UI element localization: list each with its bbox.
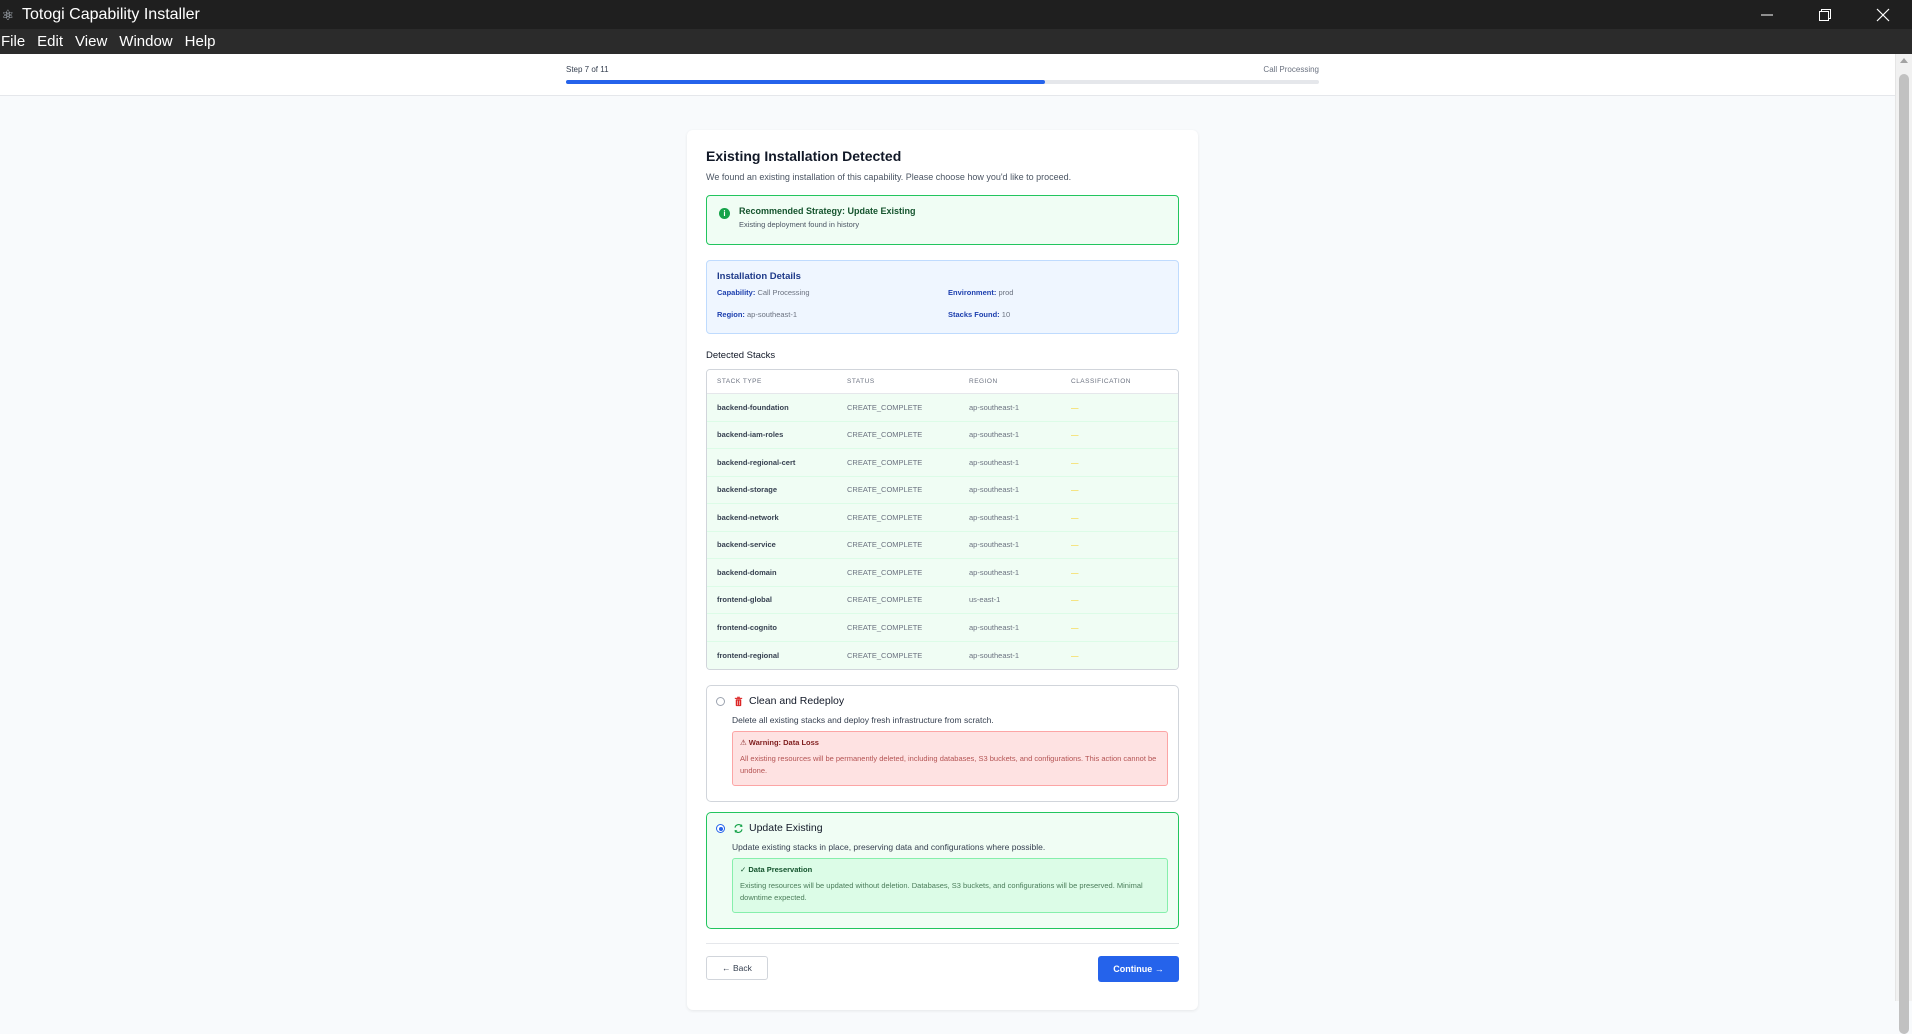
progress-track [566, 80, 1319, 84]
table-row: frontend-cognito CREATE_COMPLETE ap-southe… [707, 614, 1178, 642]
close-button[interactable] [1854, 0, 1912, 29]
clean-redeploy-title: Clean and Redeploy [749, 695, 845, 707]
header-region: REGION [969, 378, 998, 385]
scroll-up-arrow-icon[interactable] [1900, 58, 1908, 63]
clean-redeploy-radio[interactable] [716, 697, 725, 706]
table-row: backend-regional-cert CREATE_COMPLETE ap-s… [707, 449, 1178, 477]
preservation-title: ✓ Data Preservation [740, 865, 813, 874]
stacks-table: STACK TYPE STATUS REGION CLASSIFICATION … [706, 369, 1179, 670]
clean-redeploy-description: Delete all existing stacks and deploy fr… [732, 715, 994, 725]
header-status: STATUS [847, 378, 875, 385]
warning-text: All existing resources will be permanent… [740, 754, 1157, 775]
data-loss-warning: ⚠ Warning: Data Loss All existing resour… [732, 731, 1168, 786]
table-row: backend-network CREATE_COMPLETE ap-southea… [707, 504, 1178, 532]
detail-capability: Capability: Call Processing [717, 288, 810, 297]
update-existing-title: Update Existing [749, 822, 823, 834]
window-title: Totogi Capability Installer [22, 5, 200, 23]
progress-wrap: Step 7 of 11 Call Processing [566, 65, 1319, 84]
menu-view[interactable]: View [75, 33, 119, 50]
progress-labels: Step 7 of 11 Call Processing [566, 65, 1319, 74]
scrollbar[interactable] [1895, 54, 1912, 1034]
minimize-icon [1761, 14, 1773, 15]
restore-button[interactable] [1796, 0, 1854, 29]
page-title: Existing Installation Detected [706, 148, 902, 164]
menu-help[interactable]: Help [185, 33, 228, 50]
detail-environment: Environment: prod [948, 288, 1014, 297]
page-subtitle: We found an existing installation of thi… [706, 172, 1072, 182]
minimize-button[interactable] [1738, 0, 1796, 29]
progress-fill [566, 80, 1045, 84]
menu-file[interactable]: File [0, 33, 37, 50]
back-button[interactable]: ← Back [706, 956, 768, 980]
continue-button[interactable]: Continue → [1098, 956, 1179, 982]
header-classification: CLASSIFICATION [1071, 378, 1131, 385]
detected-stacks-title: Detected Stacks [706, 350, 776, 361]
footer-divider [706, 943, 1179, 944]
app-icon: ⚛ [1, 6, 15, 23]
title-bar: ⚛ Totogi Capability Installer [0, 0, 1912, 29]
scroll-thumb[interactable] [1899, 74, 1909, 1034]
menu-bar: File Edit View Window Help [0, 29, 1912, 54]
menu-window[interactable]: Window [119, 33, 184, 50]
recommendation-box: i Recommended Strategy: Update Existing … [706, 195, 1179, 245]
clean-redeploy-header: Clean and Redeploy [732, 695, 1168, 707]
menu-edit[interactable]: Edit [37, 33, 75, 50]
update-existing-header: Update Existing [732, 822, 1168, 834]
detail-region: Region: ap-southeast-1 [717, 310, 798, 319]
installation-card: Existing Installation Detected We found … [687, 130, 1198, 1010]
header-stack-type: STACK TYPE [717, 378, 762, 385]
table-row: backend-foundation CREATE_COMPLETE ap-sout… [707, 394, 1178, 422]
update-existing-radio[interactable] [716, 824, 725, 833]
table-row: backend-service CREATE_COMPLETE ap-southea… [707, 531, 1178, 559]
option-update-existing[interactable]: Update Existing Update existing stacks i… [706, 812, 1179, 929]
trash-icon [732, 695, 744, 707]
window-controls [1738, 0, 1912, 29]
details-grid: Capability: Call Processing Environment:… [717, 288, 1168, 319]
info-icon: i [719, 208, 730, 219]
progress-header: Step 7 of 11 Call Processing [0, 54, 1895, 96]
recommendation-subtitle: Existing deployment found in history [739, 220, 860, 229]
section-label: Call Processing [1263, 65, 1319, 74]
footer-actions: ← Back Continue → [706, 956, 1179, 982]
restore-icon [1819, 8, 1831, 21]
warning-title: ⚠ Warning: Data Loss [740, 738, 819, 747]
preservation-text: Existing resources will be updated witho… [740, 881, 1143, 902]
table-row: frontend-regional CREATE_COMPLETE ap-south… [707, 641, 1178, 669]
data-preservation-note: ✓ Data Preservation Existing resources w… [732, 858, 1168, 913]
table-row: backend-storage CREATE_COMPLETE ap-southea… [707, 476, 1178, 504]
detail-stacks-found: Stacks Found: 10 [948, 310, 1011, 319]
refresh-icon [732, 822, 744, 834]
option-clean-redeploy[interactable]: Clean and Redeploy Delete all existing s… [706, 685, 1179, 802]
table-row: backend-domain CREATE_COMPLETE ap-southeas… [707, 559, 1178, 587]
installation-details: Installation Details Capability: Call Pr… [706, 260, 1179, 334]
table-row: backend-iam-roles CREATE_COMPLETE ap-south… [707, 421, 1178, 449]
details-title: Installation Details [717, 271, 801, 282]
step-label: Step 7 of 11 [566, 65, 609, 74]
table-header: STACK TYPE STATUS REGION CLASSIFICATION [707, 370, 1178, 394]
update-existing-description: Update existing stacks in place, preserv… [732, 842, 1046, 852]
recommendation-title: Recommended Strategy: Update Existing [739, 206, 916, 216]
close-icon [1876, 8, 1890, 21]
table-row: frontend-global CREATE_COMPLETE us-east-1— [707, 586, 1178, 614]
